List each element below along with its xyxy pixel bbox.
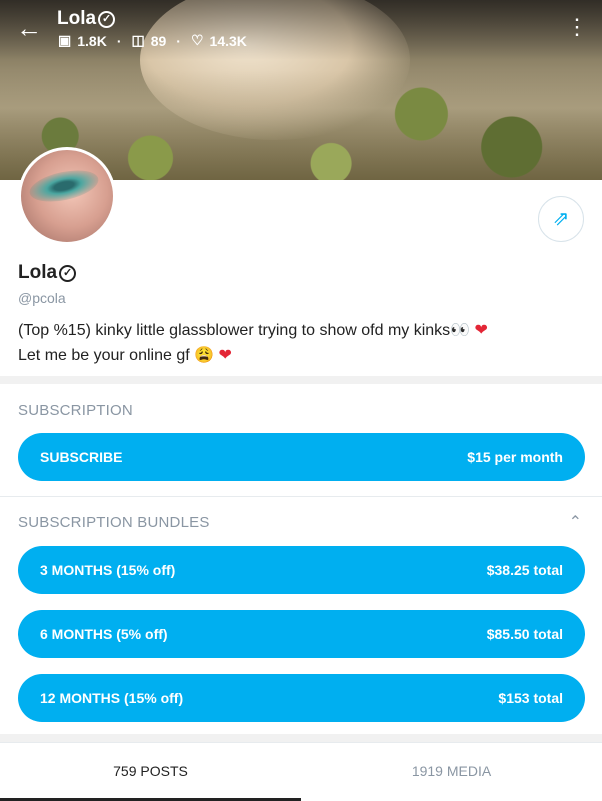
profile-name: Lola ✓ [18,262,77,284]
videos-count: 89 [150,32,167,49]
bundle-price: $38.25 total [486,562,563,578]
avatar-photo [26,165,102,207]
verified-badge-icon: ✓ [59,265,77,282]
tab-media[interactable]: 1919 MEDIA [301,743,602,801]
verified-badge-icon: ✓ [98,11,116,28]
stat-separator: · [176,32,181,49]
bundle-price: $153 total [498,690,563,706]
share-icon: ⇗ [552,208,570,230]
kebab-menu-icon[interactable]: ⋮ [566,16,588,38]
subscribe-button[interactable]: SUBSCRIBE $15 per month [18,433,585,481]
profile-name-text: Lola [18,262,58,283]
stat-separator: · [116,32,122,49]
header-profile-name: Lola ✓ [57,8,116,30]
bundle-3-months-button[interactable]: 3 MONTHS (15% off) $38.25 total [18,546,585,594]
subscription-title: SUBSCRIPTION [18,402,133,419]
bio-line-2: Let me be your online gf 😩 ❤ [18,347,232,364]
header-name-text: Lola [57,8,97,29]
heart-emoji: ❤ [218,347,232,364]
content-tabs: 759 POSTS 1919 MEDIA [0,742,602,801]
bundle-12-months-button[interactable]: 12 MONTHS (15% off) $153 total [18,674,585,722]
heart-icon: ♡ [190,32,204,48]
bundles-title: SUBSCRIPTION BUNDLES [18,514,210,531]
photos-count: 1.8K [77,32,107,49]
bundle-label: 3 MONTHS (15% off) [40,562,176,578]
profile-handle: @pcola [18,290,66,306]
section-divider [0,376,602,384]
subscribe-label: SUBSCRIBE [40,449,123,465]
bundle-price: $85.50 total [486,626,563,642]
likes-count: 14.3K [209,32,247,49]
bundle-label: 6 MONTHS (5% off) [40,626,168,642]
bio-line-1: (Top %15) kinky little glassblower tryin… [18,322,488,339]
back-arrow-icon[interactable]: ← [16,14,44,42]
profile-bio: (Top %15) kinky little glassblower tryin… [18,318,488,368]
section-divider [0,734,602,742]
section-divider [0,496,602,497]
image-icon: ▣ [58,32,72,48]
share-button[interactable]: ⇗ [538,196,584,242]
subscribe-price: $15 per month [467,449,563,465]
bundle-label: 12 MONTHS (15% off) [40,690,184,706]
tab-posts[interactable]: 759 POSTS [0,743,301,801]
bundle-6-months-button[interactable]: 6 MONTHS (5% off) $85.50 total [18,610,585,658]
video-icon: ◫ [131,32,145,48]
heart-emoji: ❤ [474,322,488,339]
avatar[interactable] [18,147,116,245]
chevron-up-icon[interactable]: ⌃ [569,512,582,532]
header-stats: ▣ 1.8K · ◫ 89 · ♡ 14.3K [58,32,247,49]
